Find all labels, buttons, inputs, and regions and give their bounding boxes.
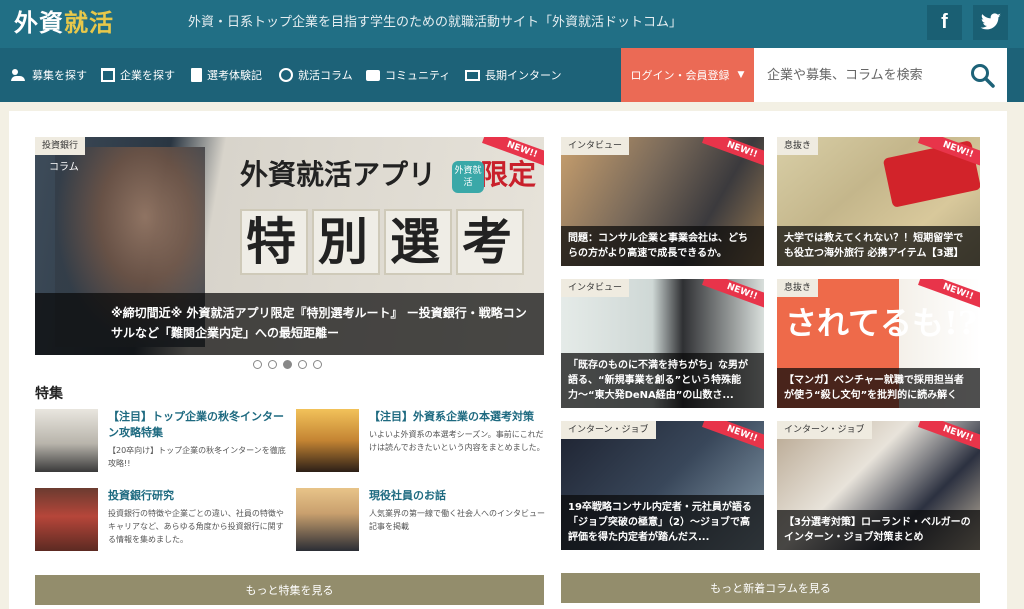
- nav-item-companies[interactable]: 企業を探す: [101, 48, 175, 102]
- document-icon: [191, 68, 202, 82]
- facebook-icon[interactable]: f: [927, 5, 962, 40]
- nav-item-community[interactable]: コミュニティ: [366, 48, 450, 102]
- feature-title[interactable]: 【注目】トップ企業の秋冬インターン攻略特集: [108, 409, 288, 441]
- new-badge: NEW!!: [702, 137, 764, 171]
- column-caption: 問題：コンサル企業と事業会社は、どちらの方がより高速で成長できるか。: [561, 226, 764, 266]
- new-badge: NEW!!: [918, 421, 980, 455]
- logo-text-accent: 就活: [64, 8, 114, 37]
- feature-item[interactable]: 【注目】トップ企業の秋冬インターン攻略特集 【20卒向け】トップ企業の秋冬インタ…: [35, 409, 288, 474]
- logo-text-main: 外資: [14, 8, 64, 37]
- category-tag: インタビュー: [561, 137, 630, 155]
- feature-description: 投資銀行の特徴や企業ごとの違い、社員の特徴やキャリアなど、あらゆる角度から投資銀…: [108, 509, 284, 544]
- nav-item-long-intern[interactable]: 長期インターン: [465, 48, 561, 102]
- feature-title[interactable]: 投資銀行研究: [108, 488, 288, 504]
- column-card[interactable]: インタビュー NEW!! 「既存のものに不満を持ちがち」な男が語る、“新規事業を…: [561, 279, 764, 408]
- feature-thumbnail: [35, 409, 98, 472]
- site-logo[interactable]: 外資就活: [14, 6, 114, 40]
- nav-label: 企業を探す: [120, 69, 175, 82]
- column-caption: 19卒戦略コンサル内定者・元社員が語る「ジョブ突破の極意」（2）〜ジョブで高評価…: [561, 495, 764, 550]
- column-card[interactable]: インターン・ジョブ NEW!! 【3分選考対策】ローランド・ベルガーのインターン…: [777, 421, 980, 550]
- category-tag: インタビュー: [561, 279, 630, 297]
- feature-thumbnail: [296, 409, 359, 472]
- hero-caption-tag: コラム: [49, 162, 79, 173]
- hero-slide[interactable]: 外資就活アプリ 限定 外資就活 特別選考 投資銀行 NEW!! ※締切間近※ 外資…: [35, 137, 544, 355]
- search-input[interactable]: [754, 48, 964, 102]
- new-badge: NEW!!: [702, 279, 764, 313]
- site-header: 外資就活 外資・日系トップ企業を目指す学生のための就職活動サイト「外資就活ドット…: [0, 0, 1024, 48]
- main-nav: 募集を探す 企業を探す 選考体験記 就活コラム コミュニティ 長期インターン ロ…: [0, 48, 1024, 102]
- nav-label: コミュニティ: [385, 69, 451, 82]
- building-icon: [101, 68, 115, 82]
- feature-description: 【20卒向け】トップ企業の秋冬インターンを徹底攻略!!: [108, 446, 286, 468]
- features-heading: 特集: [35, 386, 63, 402]
- search-icon[interactable]: [970, 63, 996, 89]
- carousel-dot[interactable]: [268, 360, 277, 369]
- feature-thumbnail: [35, 488, 98, 551]
- nav-label: 就活コラム: [298, 69, 353, 82]
- monitor-icon: [465, 69, 480, 81]
- nav-label: 募集を探す: [32, 69, 87, 82]
- more-columns-button[interactable]: もっと新着コラムを見る: [561, 573, 980, 603]
- twitter-icon[interactable]: [973, 5, 1008, 40]
- column-caption: 【マンガ】ベンチャー就職で採用担当者が使う“殺し文句”を批判的に読み解く: [777, 368, 980, 408]
- category-tag: 投資銀行: [35, 137, 86, 155]
- login-register-button[interactable]: ログイン・会員登録 ▼: [621, 48, 754, 102]
- site-tagline: 外資・日系トップ企業を目指す学生のための就職活動サイト「外資就活ドットコム」: [188, 15, 683, 30]
- nav-item-columns[interactable]: 就活コラム: [279, 48, 353, 102]
- column-card[interactable]: 息抜き NEW!! 大学では教えてくれない？！短期留学でも役立つ海外旅行 必携ア…: [777, 137, 980, 266]
- people-icon: [11, 68, 27, 82]
- carousel-dot-active[interactable]: [283, 360, 292, 369]
- nav-label: 長期インターン: [485, 69, 562, 82]
- column-caption: 「既存のものに不満を持ちがち」な男が語る、“新規事業を創る”という特殊能力〜“東…: [561, 353, 764, 408]
- hero-image-heading: 外資就活アプリ 限定: [240, 158, 537, 191]
- feature-description: 人気業界の第一線で働く社会人へのインタビュー記事を掲載: [369, 509, 545, 531]
- feature-item[interactable]: 現役社員のお話 人気業界の第一線で働く社会人へのインタビュー記事を掲載: [296, 488, 546, 553]
- feature-title[interactable]: 現役社員のお話: [369, 488, 549, 504]
- category-tag: 息抜き: [777, 279, 819, 297]
- carousel-dot[interactable]: [313, 360, 322, 369]
- nav-label: 選考体験記: [207, 69, 262, 82]
- category-tag: 息抜き: [777, 137, 819, 155]
- compass-icon: [279, 68, 293, 82]
- feature-item[interactable]: 【注目】外資系企業の本選考対策 いよいよ外資系の本選考シーズン。事前にこれだけは…: [296, 409, 546, 474]
- column-card[interactable]: インターン・ジョブ NEW!! 19卒戦略コンサル内定者・元社員が語る「ジョブ突…: [561, 421, 764, 550]
- more-features-button[interactable]: もっと特集を見る: [35, 575, 544, 605]
- new-badge: NEW!!: [702, 421, 764, 455]
- column-card[interactable]: インタビュー NEW!! 問題：コンサル企業と事業会社は、どちらの方がより高速で…: [561, 137, 764, 266]
- column-caption: 大学では教えてくれない？！短期留学でも役立つ海外旅行 必携アイテム【3選】: [777, 226, 980, 266]
- column-card[interactable]: されてるも!? 息抜き NEW!! 【マンガ】ベンチャー就職で採用担当者が使う“…: [777, 279, 980, 408]
- feature-item[interactable]: 投資銀行研究 投資銀行の特徴や企業ごとの違い、社員の特徴やキャリアなど、あらゆる…: [35, 488, 285, 553]
- column-caption: 【3分選考対策】ローランド・ベルガーのインターン・ジョブ対策まとめ: [777, 510, 980, 550]
- category-tag: インターン・ジョブ: [777, 421, 872, 439]
- carousel-dots: [253, 360, 328, 369]
- chat-icon: [366, 69, 380, 81]
- carousel-dot[interactable]: [298, 360, 307, 369]
- carousel-dot[interactable]: [253, 360, 262, 369]
- feature-title[interactable]: 【注目】外資系企業の本選考対策: [369, 409, 549, 425]
- login-label: ログイン・会員登録: [630, 69, 730, 82]
- search-box: [754, 48, 1007, 102]
- manga-image-text: されてるも!?: [785, 304, 977, 342]
- category-tag: インターン・ジョブ: [561, 421, 656, 439]
- nav-item-jobs[interactable]: 募集を探す: [11, 48, 87, 102]
- feature-description: いよいよ外資系の本選考シーズン。事前にこれだけは読んでおきたいという内容をまとめ…: [369, 430, 545, 452]
- hero-caption: ※締切間近※ 外資就活アプリ限定『特別選考ルート』 ー投資銀行・戦略コンサルなど…: [35, 293, 544, 355]
- nav-item-reports[interactable]: 選考体験記: [191, 48, 262, 102]
- hero-image-title: 特別選考: [240, 209, 528, 275]
- chevron-down-icon: ▼: [737, 70, 745, 80]
- feature-thumbnail: [296, 488, 359, 551]
- app-icon: 外資就活: [452, 161, 484, 193]
